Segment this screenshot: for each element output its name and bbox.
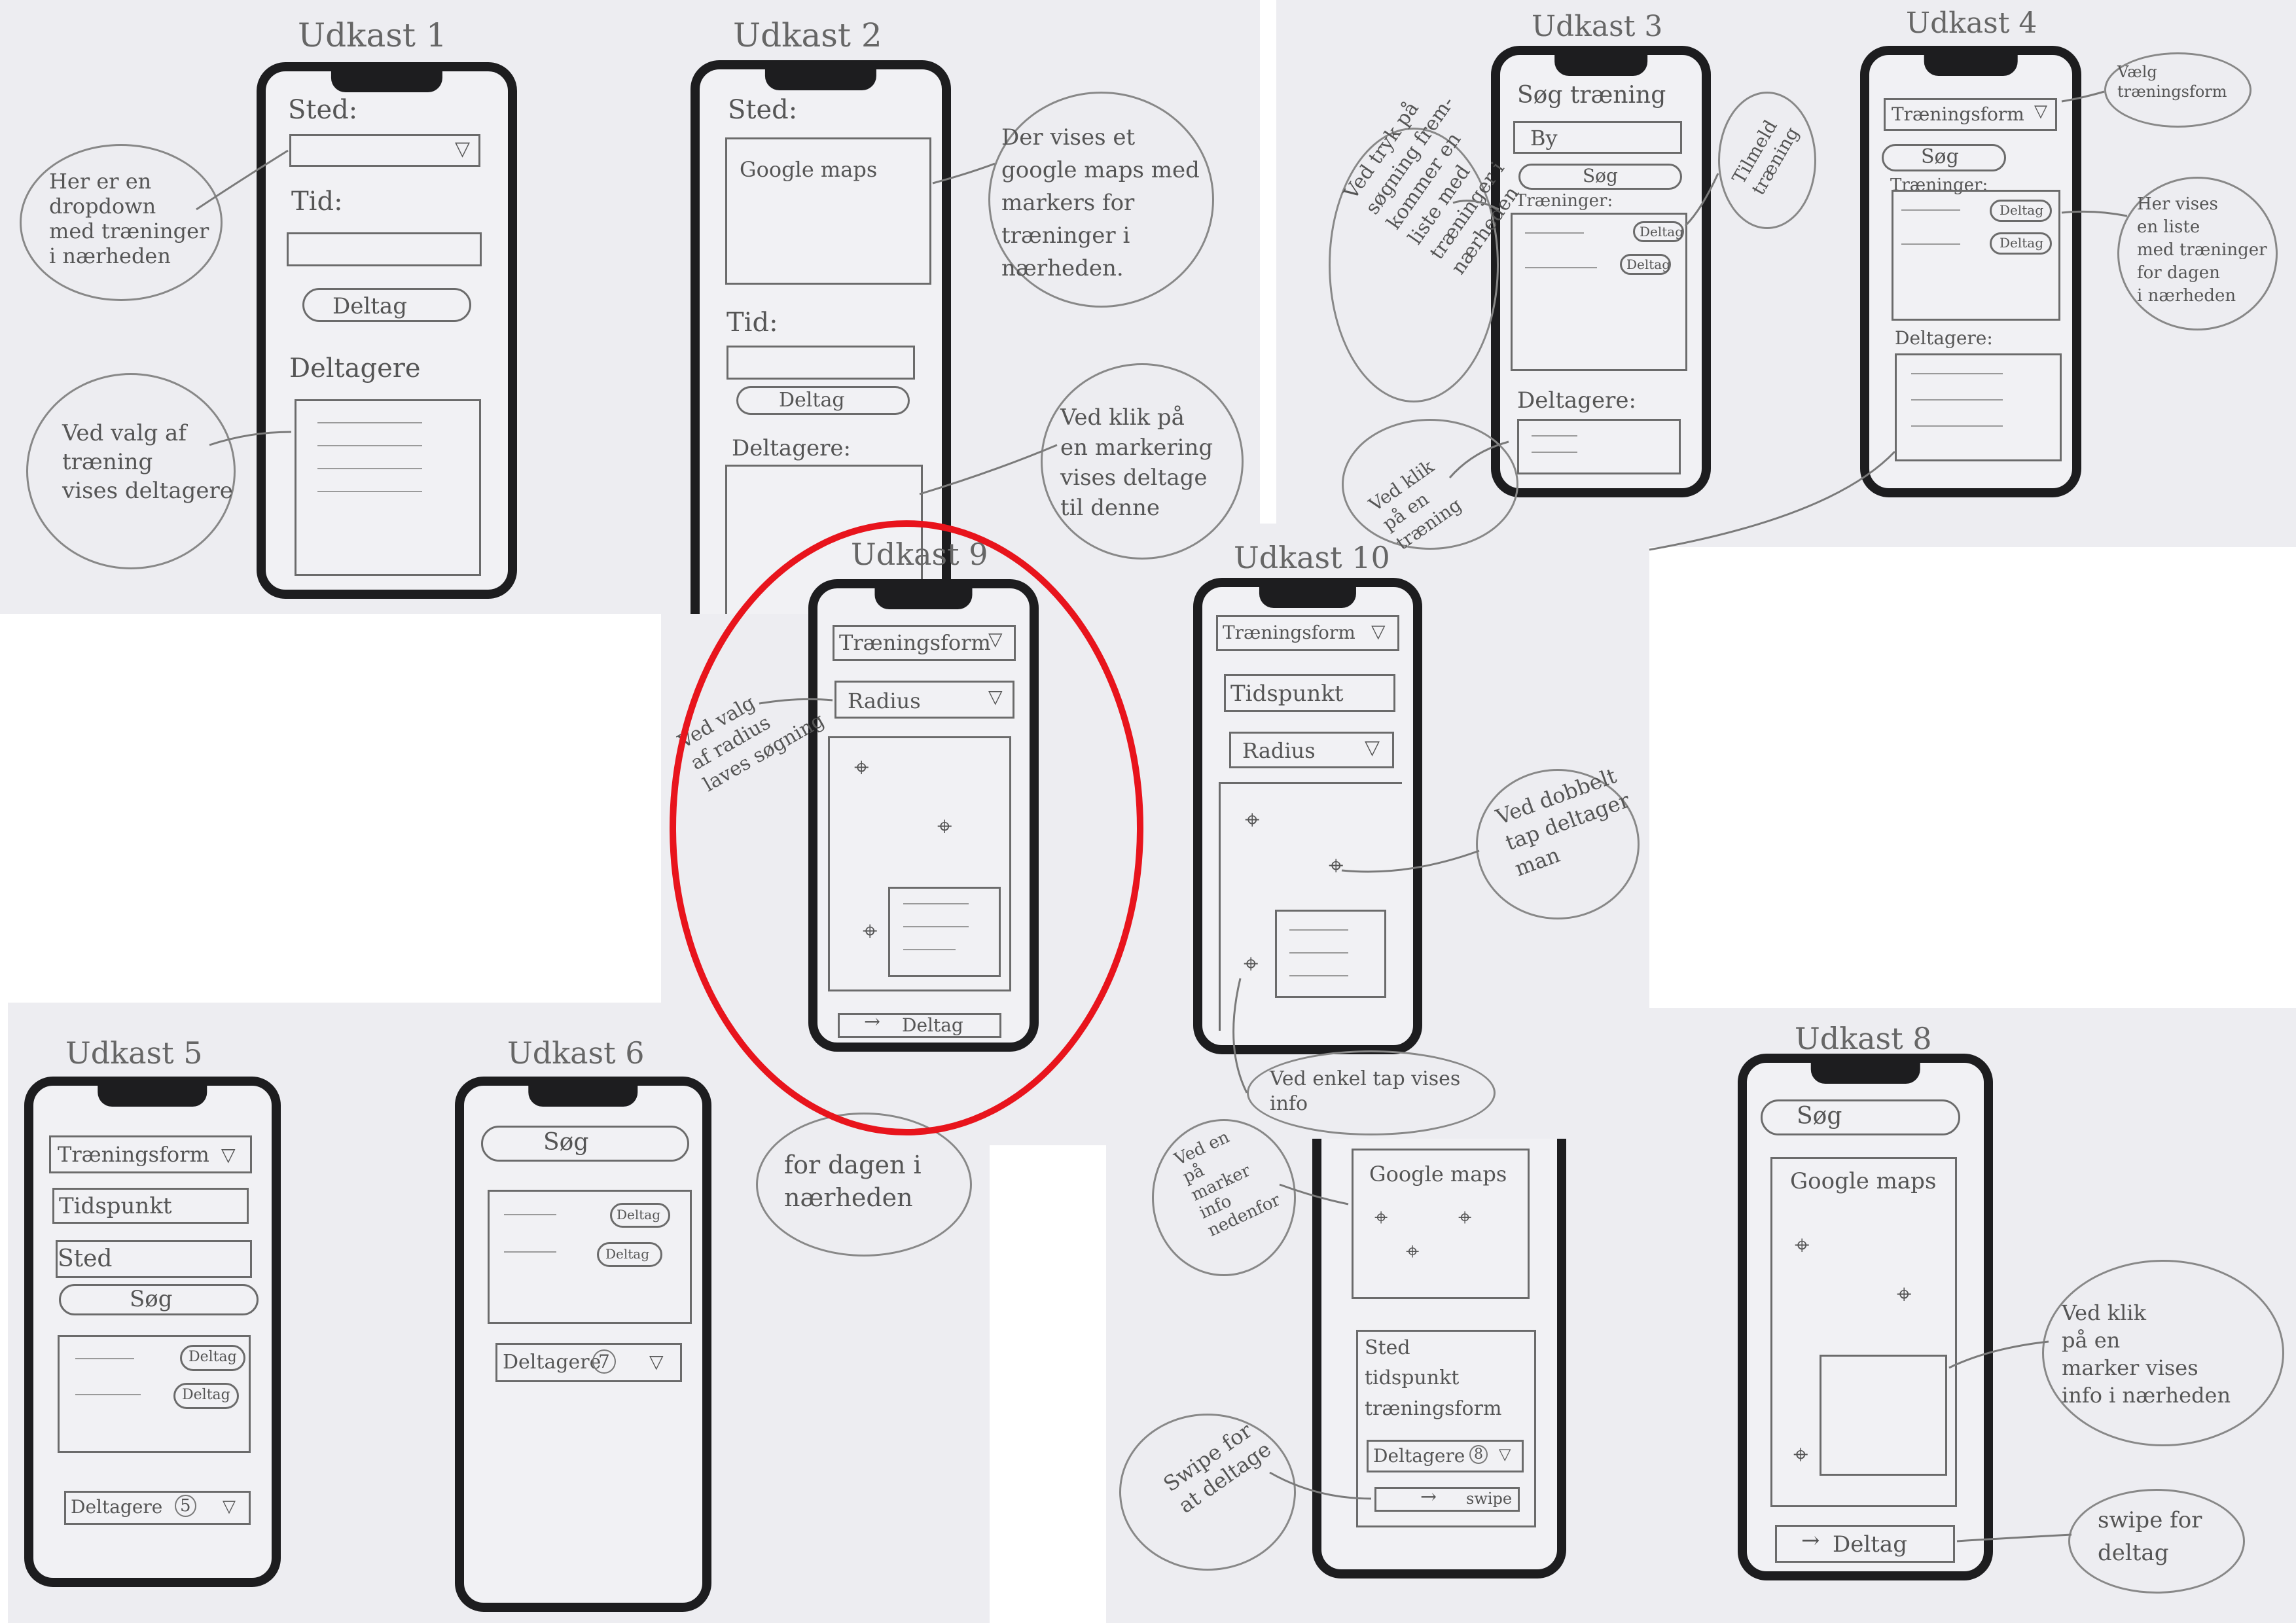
- connector-u3-search: [1452, 200, 1499, 211]
- highlight-circle-udkast-9: [670, 520, 1143, 1135]
- connector-u2-marker: [919, 444, 1058, 495]
- connector-u3-klik: [1448, 440, 1509, 478]
- connector-u10-enkel: [1232, 978, 1248, 1094]
- connector-u9-radius: [759, 698, 833, 705]
- connector-u2-map: [932, 162, 996, 185]
- connector-u1-dropdown: [196, 149, 289, 211]
- connector-u7-swipe: [1269, 1471, 1372, 1500]
- connector-u8-marker: [1948, 1340, 2049, 1369]
- connector-u3-tilmeld: [1684, 173, 1719, 227]
- connector-u10-dobbelt: [1341, 849, 1480, 873]
- connector-u1-deltagere: [209, 431, 292, 446]
- connector-u4-liste: [2061, 210, 2128, 217]
- connector-u8-swipe: [1956, 1533, 2072, 1543]
- connector-u7-marker: [1279, 1183, 1349, 1205]
- connector-u4-deltagere: [1649, 450, 1896, 551]
- connector-layer: [196, 90, 2128, 1543]
- connector-u4-vaelg: [2061, 90, 2105, 103]
